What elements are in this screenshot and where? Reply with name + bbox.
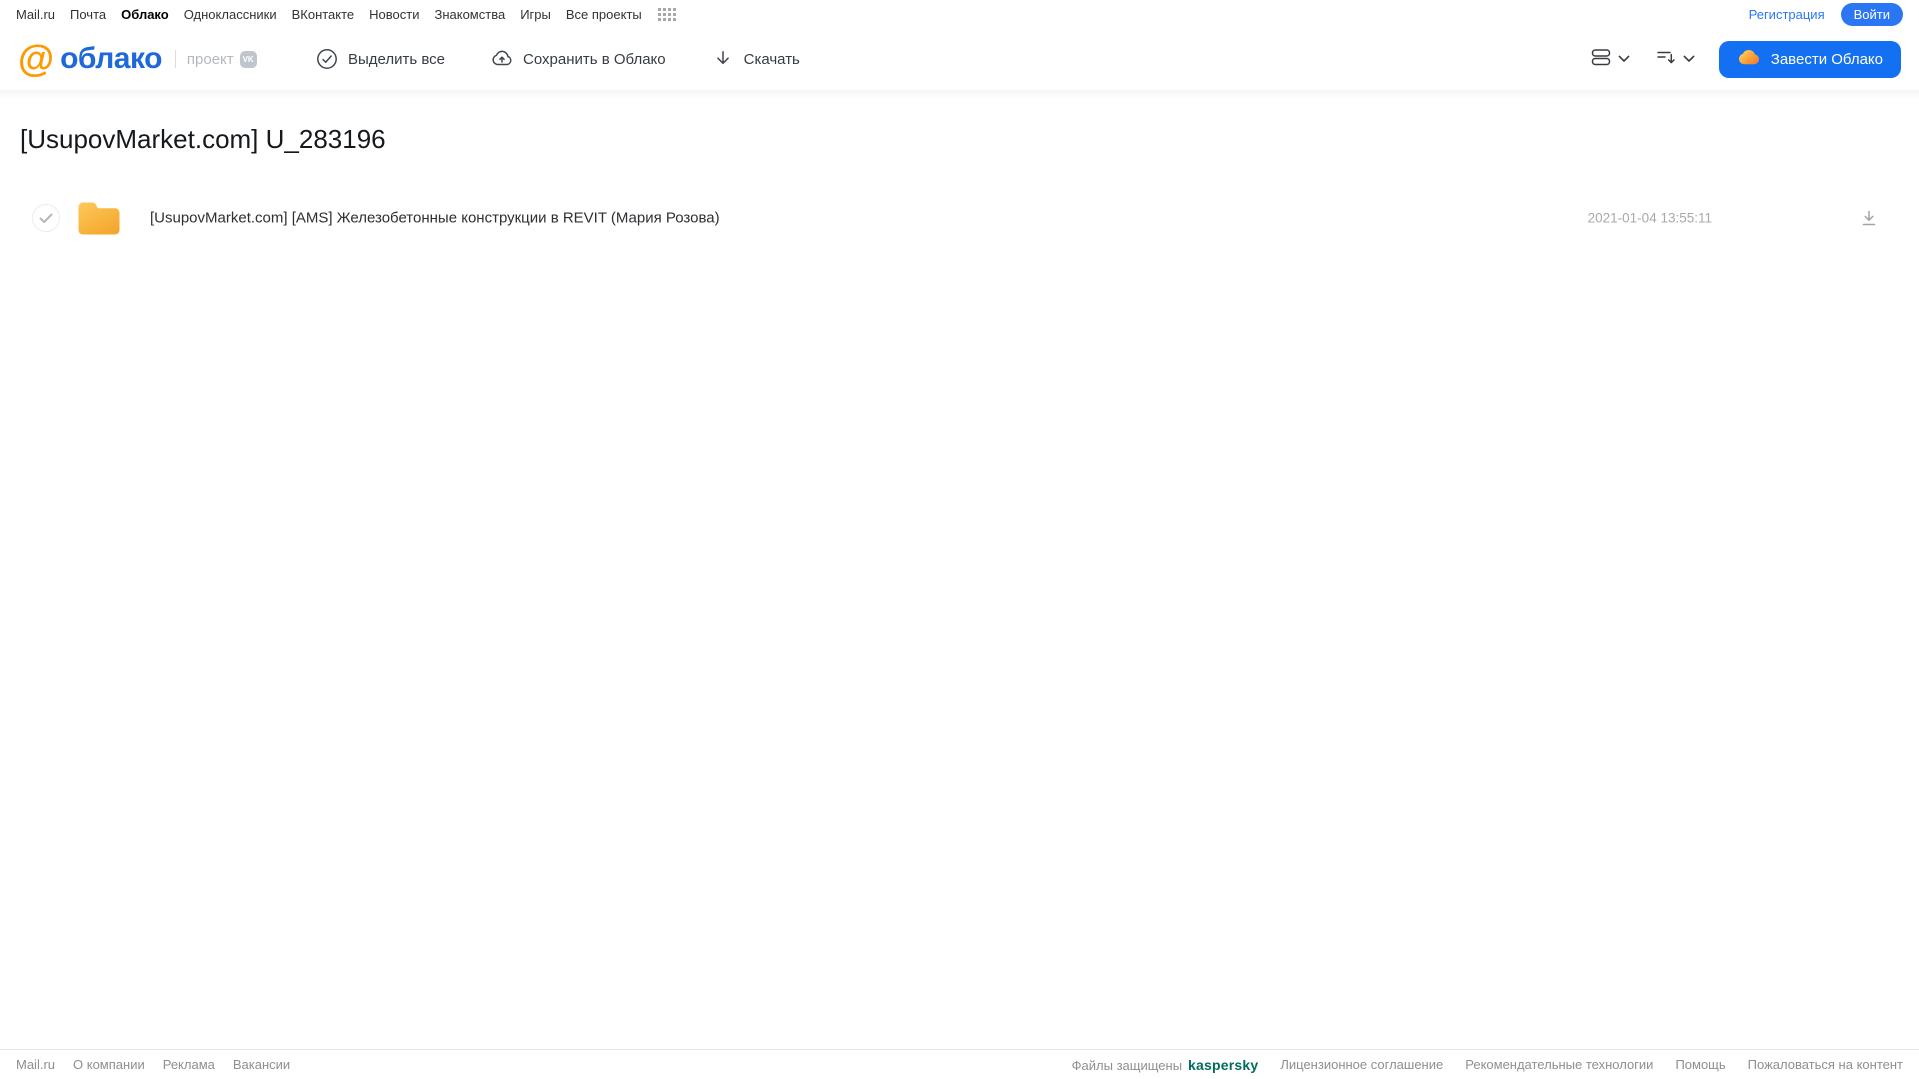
check-circle-icon — [316, 48, 338, 70]
cloud-upload-icon — [491, 48, 513, 70]
protected-text: Файлы защищены — [1071, 1057, 1183, 1073]
registration-link[interactable]: Регистрация — [1749, 7, 1825, 22]
file-date: 2021-01-04 13:55:11 — [1587, 210, 1712, 226]
footer-link-ads[interactable]: Реклама — [163, 1057, 215, 1072]
list-view-icon — [1591, 47, 1611, 72]
download-arrow-icon — [712, 48, 734, 70]
login-button[interactable]: Войти — [1840, 2, 1903, 26]
logo-divider — [174, 50, 176, 68]
top-nav-link-znakomstva[interactable]: Знакомства — [434, 7, 505, 22]
footer-left-links: Mail.ru О компании Реклама Вакансии — [16, 1057, 290, 1072]
kaspersky-protection: Файлы защищены kaspersky — [1072, 1057, 1259, 1073]
shared-folder-view: [UsupovMarket.com] U_283196 [UsupovMarke… — [0, 124, 1919, 240]
footer-link-license[interactable]: Лицензионное соглашение — [1280, 1057, 1443, 1072]
kaspersky-logo[interactable]: kaspersky — [1188, 1057, 1258, 1073]
top-nav-link-novosti[interactable]: Новости — [369, 7, 419, 22]
top-nav-link-vse-proekty[interactable]: Все проекты — [566, 7, 642, 22]
apps-grid-icon[interactable] — [657, 7, 676, 21]
download-label: Скачать — [743, 50, 800, 68]
footer-link-help[interactable]: Помощь — [1675, 1057, 1725, 1072]
file-row[interactable]: [UsupovMarket.com] [AMS] Железобетонные … — [0, 196, 1919, 240]
at-sign-icon: @ — [18, 38, 55, 79]
top-nav-link-pochta[interactable]: Почта — [70, 7, 106, 22]
chevron-down-icon — [1683, 50, 1695, 68]
save-to-cloud-label: Сохранить в Облако — [523, 50, 666, 68]
select-all-button[interactable]: Выделить все — [316, 48, 445, 70]
save-to-cloud-button[interactable]: Сохранить в Облако — [491, 48, 666, 70]
sort-selector[interactable] — [1656, 47, 1695, 72]
top-nav-link-vkontakte[interactable]: ВКонтакте — [292, 7, 355, 22]
download-button[interactable]: Скачать — [712, 48, 800, 70]
top-nav-link-oblako[interactable]: Облако — [121, 7, 169, 22]
file-name-link[interactable]: [UsupovMarket.com] [AMS] Железобетонные … — [150, 210, 720, 227]
top-nav-link-mailru[interactable]: Mail.ru — [16, 7, 55, 22]
top-nav-link-igry[interactable]: Игры — [520, 7, 551, 22]
checkmark-icon — [39, 213, 53, 223]
select-all-label: Выделить все — [348, 50, 446, 68]
page-footer: Mail.ru О компании Реклама Вакансии Файл… — [0, 1049, 1919, 1079]
footer-link-mailru[interactable]: Mail.ru — [16, 1057, 55, 1072]
footer-link-report[interactable]: Пожаловаться на контент — [1748, 1057, 1903, 1072]
chevron-down-icon — [1618, 50, 1630, 68]
project-label: проект — [186, 50, 234, 68]
row-checkbox[interactable] — [32, 204, 60, 232]
footer-right-links: Файлы защищены kaspersky Лицензионное со… — [1072, 1057, 1903, 1073]
cloud-logo[interactable]: @ облако проект VK — [18, 38, 257, 79]
header-right-controls: Завести Облако — [1591, 40, 1901, 78]
cloud-icon — [1737, 47, 1761, 71]
portal-links: Mail.ru Почта Облако Одноклассники ВКонт… — [16, 7, 676, 22]
footer-link-recommendations[interactable]: Рекомендательные технологии — [1465, 1057, 1653, 1072]
actions-toolbar: Выделить все Сохранить в Облако Скачать — [316, 48, 800, 70]
footer-link-jobs[interactable]: Вакансии — [233, 1057, 290, 1072]
logo-wordmark: облако — [60, 42, 162, 75]
create-cloud-label: Завести Облако — [1770, 50, 1883, 68]
view-mode-selector[interactable] — [1591, 47, 1630, 72]
cloud-header: @ облако проект VK Выделить все Сохранит… — [0, 28, 1919, 99]
footer-link-about[interactable]: О компании — [73, 1057, 145, 1072]
page-title: [UsupovMarket.com] U_283196 — [20, 124, 386, 154]
sort-down-icon — [1656, 47, 1676, 72]
folder-icon[interactable] — [76, 200, 122, 237]
create-cloud-button[interactable]: Завести Облако — [1718, 40, 1901, 78]
auth-area: Регистрация Войти — [1749, 2, 1903, 26]
row-download-icon[interactable] — [1860, 209, 1878, 227]
top-nav-bar: Mail.ru Почта Облако Одноклассники ВКонт… — [0, 0, 1919, 28]
top-nav-link-odnoklassniki[interactable]: Одноклассники — [184, 7, 277, 22]
vk-badge-icon: VK — [239, 50, 257, 68]
file-list: [UsupovMarket.com] [AMS] Железобетонные … — [0, 196, 1919, 240]
